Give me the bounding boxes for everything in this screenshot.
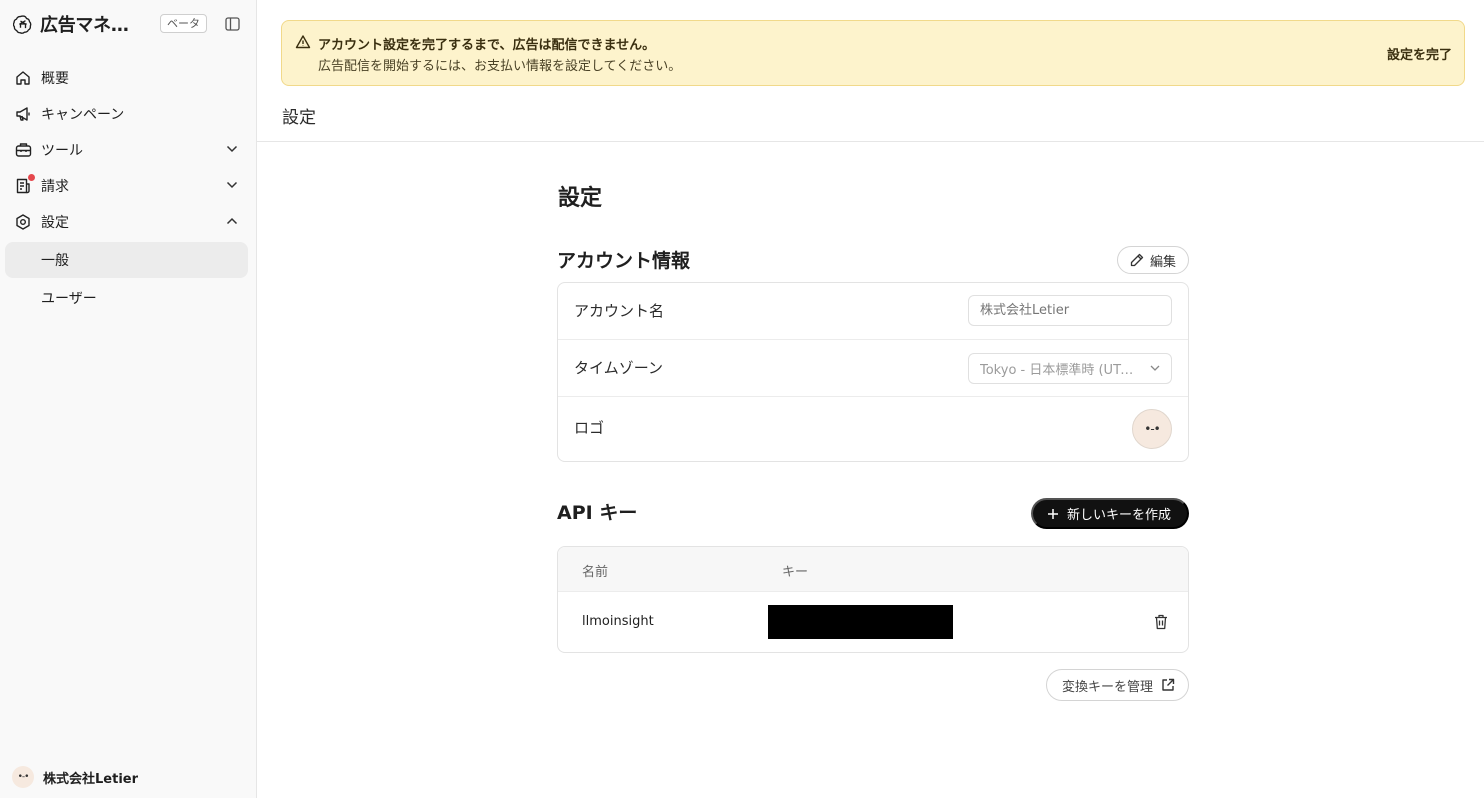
sidebar-item-settings[interactable]: 設定: [0, 204, 257, 240]
logo-avatar[interactable]: •-•: [1132, 409, 1172, 449]
chevron-down-icon: [1149, 362, 1161, 374]
account-avatar: •-•: [12, 766, 34, 788]
toolbox-icon: [14, 141, 32, 159]
redacted-key: [768, 605, 953, 639]
home-icon: [14, 69, 32, 87]
manage-label: 変換キーを管理: [1061, 678, 1153, 694]
sidebar-subitem-general[interactable]: 一般: [5, 242, 248, 278]
logo-label: ロゴ: [574, 419, 605, 437]
account-switcher[interactable]: •-• 株式会社Letier: [12, 766, 138, 788]
account-name-label: アカウント名: [574, 302, 665, 320]
table-row: llmoinsight: [558, 592, 1188, 652]
create-key-label: 新しいキーを作成: [1066, 507, 1171, 522]
openai-logo-icon: [12, 13, 34, 35]
complete-setup-link[interactable]: 設定を完了: [1387, 44, 1452, 63]
sidebar-item-overview[interactable]: 概要: [0, 60, 257, 96]
plus-icon: [1047, 508, 1059, 520]
sidebar-nav: 概要 キャンペーン ツール 請求 設定 一般 ユーザー: [0, 60, 257, 318]
sidebar-item-billing[interactable]: 請求: [0, 168, 257, 204]
chevron-down-icon: [224, 177, 240, 193]
app-title: 広告マネージャー: [40, 15, 146, 36]
account-name: 株式会社Letier: [43, 771, 138, 787]
banner-title: アカウント設定を完了するまで、広告は配信できません。: [318, 38, 656, 53]
timezone-select[interactable]: Tokyo - 日本標準時 (UTC+09:00): [968, 353, 1172, 384]
edit-label: 編集: [1149, 253, 1176, 269]
edit-account-button[interactable]: 編集: [1116, 246, 1189, 274]
timezone-row: タイムゾーン Tokyo - 日本標準時 (UTC+09:00): [558, 340, 1188, 397]
manage-conversion-keys-button[interactable]: 変換キーを管理: [1045, 669, 1189, 701]
logo-row: ロゴ •-•: [558, 397, 1188, 461]
timezone-value: Tokyo - 日本標準時 (UTC+09:00): [980, 363, 1136, 378]
table-header: 名前 キー: [558, 547, 1188, 592]
setup-warning-banner: アカウント設定を完了するまで、広告は配信できません。 広告配信を開始するには、お…: [281, 20, 1465, 86]
beta-badge: ベータ: [160, 14, 207, 33]
sidebar-item-label: 概要: [41, 71, 69, 87]
account-name-row: アカウント名: [558, 283, 1188, 340]
megaphone-icon: [14, 105, 32, 123]
column-key: キー: [782, 565, 809, 580]
account-name-input[interactable]: [968, 295, 1172, 326]
external-link-icon: [1161, 678, 1175, 692]
warning-icon: [295, 34, 311, 50]
sidebar-item-label: キャンペーン: [41, 107, 125, 123]
column-name: 名前: [582, 565, 609, 580]
sidebar-subitem-users[interactable]: ユーザー: [5, 280, 248, 316]
sidebar-item-label: ツール: [41, 143, 83, 159]
account-info-card: アカウント名 タイムゾーン Tokyo - 日本標準時 (UTC+09:00) …: [557, 282, 1189, 462]
page-header-title: 設定: [282, 108, 316, 128]
notification-dot: [28, 174, 35, 181]
header-divider: [257, 141, 1484, 142]
sidebar-item-label: 請求: [41, 179, 69, 195]
account-section-title: アカウント情報: [557, 250, 691, 272]
sidebar: 広告マネージャー ベータ 概要 キャンペーン ツール: [0, 0, 257, 798]
sidebar-item-campaigns[interactable]: キャンペーン: [0, 96, 257, 132]
receipt-icon: [14, 174, 35, 195]
chevron-up-icon: [224, 213, 240, 229]
api-section-title: API キー: [557, 502, 638, 524]
brand[interactable]: 広告マネージャー: [12, 11, 146, 37]
pencil-icon: [1130, 253, 1144, 267]
page-title: 設定: [558, 186, 603, 211]
trash-icon[interactable]: [1152, 613, 1170, 631]
sidebar-item-label: 設定: [41, 215, 69, 231]
sidebar-toggle-icon[interactable]: [223, 15, 241, 33]
gear-icon: [14, 213, 32, 231]
banner-description: 広告配信を開始するには、お支払い情報を設定してください。: [318, 59, 682, 74]
sidebar-item-tools[interactable]: ツール: [0, 132, 257, 168]
create-key-button[interactable]: 新しいキーを作成: [1030, 498, 1189, 529]
key-name: llmoinsight: [582, 614, 654, 629]
chevron-down-icon: [224, 141, 240, 157]
timezone-label: タイムゾーン: [574, 359, 663, 377]
api-keys-table: 名前 キー llmoinsight: [557, 546, 1189, 653]
